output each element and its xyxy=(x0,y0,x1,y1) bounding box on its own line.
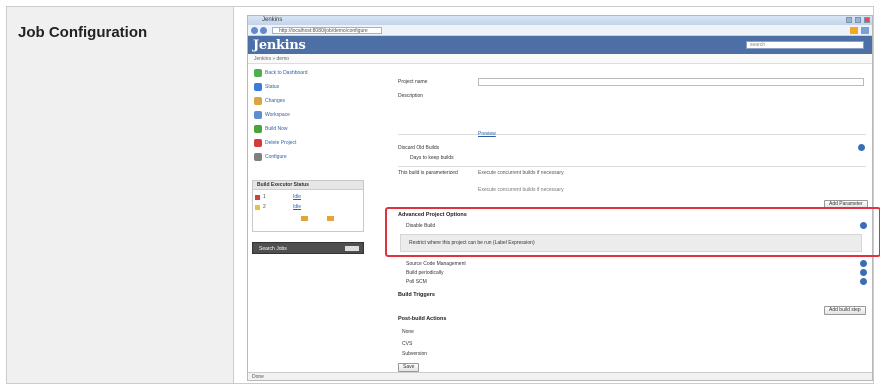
param-hint: Execute concurrent builds if necessary xyxy=(478,170,564,176)
days-row: Days to keep builds xyxy=(398,154,868,164)
add-build-step-button[interactable]: Add build step xyxy=(824,306,866,315)
window-title: Jenkins xyxy=(262,17,283,23)
discard-checkbox-label[interactable]: Discard Old Builds xyxy=(398,145,439,151)
sidebar-item-label: Workspace xyxy=(265,112,290,118)
param-row-2: Execute concurrent builds if necessary xyxy=(398,186,868,196)
project-name-input[interactable] xyxy=(478,78,864,86)
minimize-icon[interactable] xyxy=(846,17,852,23)
search-icon xyxy=(254,83,262,91)
back-icon[interactable] xyxy=(251,27,258,34)
radio-cvs[interactable]: CVS xyxy=(402,341,412,347)
breadcrumb: Jenkins » demo xyxy=(248,54,872,64)
status-icon xyxy=(255,205,260,210)
search-jobs-box[interactable]: Search Jobs xyxy=(252,242,364,254)
row-header: Job Configuration xyxy=(7,7,234,383)
maximize-icon[interactable] xyxy=(855,17,861,23)
days-label: Days to keep builds xyxy=(410,155,454,161)
preview-row: Preview xyxy=(398,130,868,140)
executor-row: 1 Idle xyxy=(255,193,363,202)
help-icon[interactable] xyxy=(860,222,867,229)
delete-icon xyxy=(254,139,262,147)
status-icon xyxy=(255,195,260,200)
search-input[interactable]: search xyxy=(746,41,864,49)
status-text: Done xyxy=(252,374,264,380)
browser-toolbar: http://localhost:8080/job/demo/configure xyxy=(248,25,872,36)
help-icon[interactable] xyxy=(860,269,867,276)
config-table: Job Configuration Jenkins http://localho… xyxy=(6,6,880,384)
option-label[interactable]: Source Code Management xyxy=(406,261,466,267)
address-bar[interactable]: http://localhost:8080/job/demo/configure xyxy=(272,27,382,34)
executor-number: 1 xyxy=(263,194,266,200)
param-row: This build is parameterized Execute conc… xyxy=(398,169,868,179)
disable-build-checkbox[interactable]: Disable Build xyxy=(406,223,435,229)
sidebar-item-label: Changes xyxy=(265,98,286,104)
changes-icon xyxy=(254,97,262,105)
search-jobs-label: Search Jobs xyxy=(259,246,287,252)
option-row: Poll SCM xyxy=(398,278,868,288)
screenshot: Jenkins http://localhost:8080/job/demo/c… xyxy=(247,15,873,381)
jenkins-logo[interactable]: Jenkins xyxy=(253,38,306,53)
executor-header[interactable]: Build Executor Status xyxy=(253,181,363,190)
help-icon[interactable] xyxy=(860,260,867,267)
close-icon[interactable] xyxy=(864,17,870,23)
save-button[interactable]: Save xyxy=(398,363,420,372)
label-expression-box: Restrict where this project can be run (… xyxy=(400,234,862,252)
forward-icon[interactable] xyxy=(260,27,267,34)
rss-icon[interactable] xyxy=(850,27,858,34)
preview-link[interactable]: Preview xyxy=(478,131,496,137)
build-triggers-title: Build Triggers xyxy=(398,292,435,298)
radio-row: CVS xyxy=(398,340,868,350)
add-parameter-button[interactable]: Add Parameter xyxy=(824,200,868,209)
sidebar-item-label: Back to Dashboard xyxy=(265,70,308,76)
sidebar-item-label: Configure xyxy=(265,154,287,160)
executor-status[interactable]: Idle xyxy=(293,194,301,200)
project-name-row: Project name xyxy=(398,78,868,88)
back-icon xyxy=(254,69,262,77)
radio-row: Subversion xyxy=(398,350,868,360)
gear-icon xyxy=(254,153,262,161)
status-bar: Done xyxy=(248,372,872,380)
divider xyxy=(398,166,866,167)
progress-icon xyxy=(327,216,334,221)
sidebar-item-label: Status xyxy=(265,84,280,90)
folder-icon xyxy=(254,111,262,119)
param-label[interactable]: This build is parameterized xyxy=(398,170,458,176)
option-label[interactable]: Build periodically xyxy=(406,270,444,276)
breadcrumb-text[interactable]: Jenkins » demo xyxy=(254,56,289,62)
content-cell: Jenkins http://localhost:8080/job/demo/c… xyxy=(235,7,880,383)
executor-row: 2 Idle xyxy=(255,203,363,212)
radio-none[interactable]: None xyxy=(402,329,414,335)
discard-row: Discard Old Builds xyxy=(398,144,868,154)
help-icon[interactable] xyxy=(858,144,865,151)
description-row: Description xyxy=(398,92,868,102)
sidebar-item-label: Delete Project xyxy=(265,140,297,146)
help-icon[interactable] xyxy=(860,278,867,285)
executor-status[interactable]: Idle xyxy=(293,204,301,210)
sidebar-item-label: Build Now xyxy=(265,126,288,132)
executor-title: Build Executor Status xyxy=(257,182,309,188)
option-label[interactable]: Poll SCM xyxy=(406,279,427,285)
tools-icon[interactable] xyxy=(861,27,869,34)
description-label: Description xyxy=(398,93,424,99)
param-hint: Execute concurrent builds if necessary xyxy=(478,187,564,193)
section-title: Advanced Project Options xyxy=(398,212,467,218)
radio-subversion[interactable]: Subversion xyxy=(402,351,427,357)
row-label: Job Configuration xyxy=(18,24,148,41)
progress-icon xyxy=(301,216,308,221)
build-icon xyxy=(254,125,262,133)
executor-progress-row xyxy=(255,214,363,223)
post-build-title: Post-build Actions xyxy=(398,316,447,322)
jenkins-header: Jenkins search xyxy=(248,36,872,54)
window-titlebar: Jenkins xyxy=(248,16,872,25)
search-jobs-field[interactable] xyxy=(345,246,359,251)
disable-build-row: Disable Build xyxy=(398,222,868,232)
project-name-label: Project name xyxy=(398,79,428,85)
label-expression-text[interactable]: Restrict where this project can be run (… xyxy=(409,240,535,246)
executor-panel: Build Executor Status 1 Idle 2 Idle xyxy=(252,180,364,232)
radio-row: None xyxy=(398,328,868,338)
executor-number: 2 xyxy=(263,204,266,210)
